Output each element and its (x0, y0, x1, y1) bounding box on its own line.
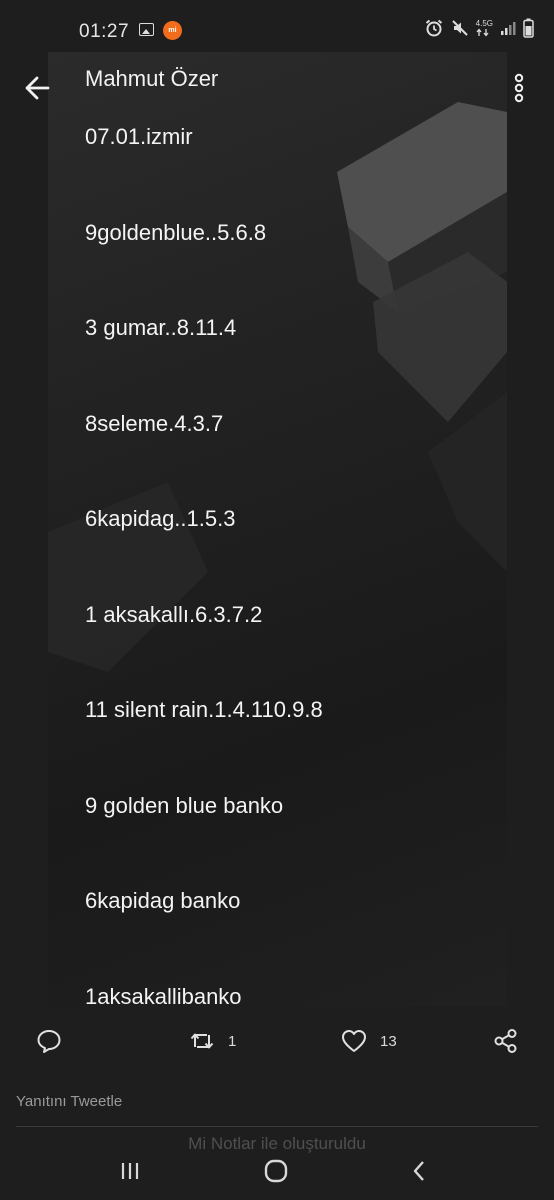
note-lines: 07.01.izmir 9goldenblue..5.6.8 3 gumar..… (85, 122, 323, 1006)
network-type: 4.5G (476, 19, 493, 37)
status-icons: 4.5G (424, 18, 534, 38)
note-line: 6kapidag banko (85, 888, 241, 913)
home-icon (264, 1159, 288, 1183)
more-options-button[interactable] (508, 70, 530, 106)
mi-notes-icon: mi (163, 21, 182, 40)
tweet-actions: 1 13 (0, 1018, 554, 1064)
system-nav-bar (0, 1140, 554, 1200)
tweet-media-viewer: 01:27 mi 4.5G Mahmut Özer 07.01.izmir 9g… (0, 0, 554, 1200)
retweet-count: 1 (228, 1032, 237, 1050)
heart-icon (342, 1030, 366, 1052)
chevron-left-icon (413, 1161, 424, 1181)
home-button[interactable] (256, 1156, 296, 1186)
alarm-icon (425, 19, 442, 37)
signal-icon (501, 22, 516, 35)
retweet-icon (190, 1033, 214, 1049)
status-time: 01:27 (79, 21, 130, 42)
share-icon (494, 1029, 517, 1053)
reply-input[interactable]: Yanıtını Tweetle (16, 1093, 122, 1110)
mute-icon (451, 20, 468, 36)
like-button[interactable]: 13 (340, 1018, 397, 1064)
note-line: 9goldenblue..5.6.8 (85, 219, 267, 245)
note-line: 1 aksakallı.6.3.7.2 (85, 601, 263, 627)
like-count: 13 (380, 1032, 397, 1050)
reply-button[interactable] (35, 1018, 63, 1064)
arrow-left-icon (25, 76, 50, 100)
divider (16, 1126, 538, 1127)
note-line: 07.01.izmir (85, 124, 193, 149)
note-line: 1aksakallibanko (85, 983, 242, 1007)
note-line: 8seleme.4.3.7 (85, 410, 224, 436)
back-button[interactable] (20, 70, 56, 106)
note-line: 6kapidag..1.5.3 (85, 506, 236, 531)
status-bar: 01:27 mi 4.5G (0, 0, 554, 52)
tweet-image[interactable]: Mahmut Özer 07.01.izmir 9goldenblue..5.6… (48, 52, 507, 1006)
more-vertical-icon (514, 73, 524, 103)
gallery-icon (139, 23, 154, 36)
note-title: Mahmut Özer (85, 66, 219, 91)
battery-icon (523, 18, 534, 38)
note-line: 11 silent rain.1.4.110.9.8 (85, 697, 323, 722)
note-line: 3 gumar..8.11.4 (85, 315, 237, 340)
comment-icon (37, 1030, 61, 1053)
system-back-button[interactable] (400, 1156, 440, 1186)
retweet-button[interactable]: 1 (188, 1018, 236, 1064)
note-line: 9 golden blue banko (85, 792, 284, 818)
recent-apps-icon (121, 1163, 139, 1179)
share-button[interactable] (492, 1018, 520, 1064)
recent-apps-button[interactable] (110, 1156, 150, 1186)
